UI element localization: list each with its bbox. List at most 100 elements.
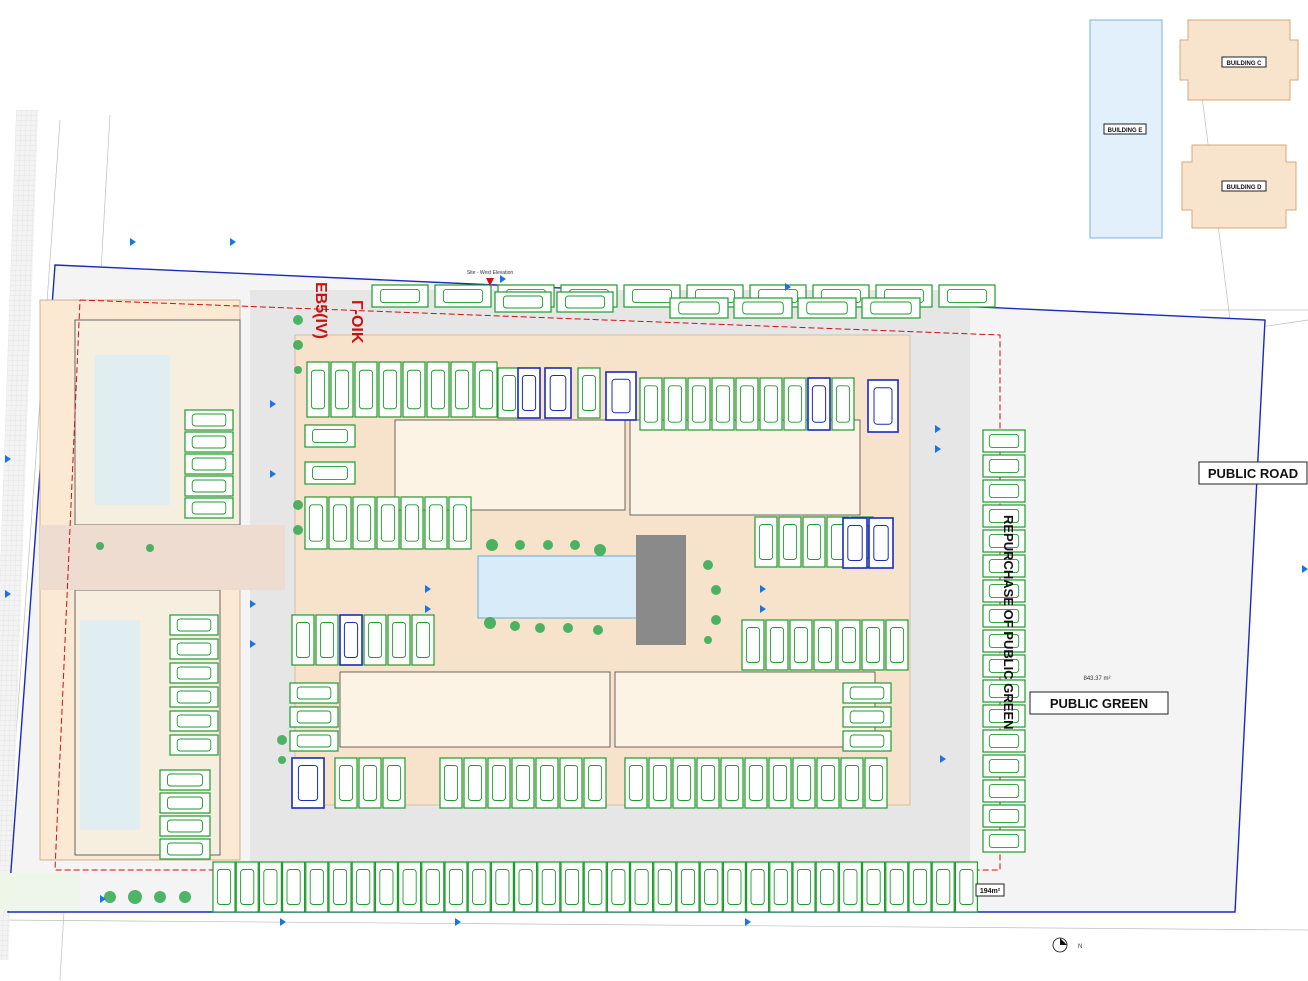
parking-stall: [672, 757, 696, 809]
parking-stall: [439, 757, 463, 809]
pergola: [636, 535, 686, 645]
parking-stall: [169, 638, 219, 660]
tree-icon: [293, 525, 303, 535]
parking-stall: [797, 297, 857, 319]
parking-stall: [861, 297, 921, 319]
parking-stall: [815, 861, 839, 913]
parking-stall: [982, 454, 1026, 478]
parking-stall: [378, 361, 402, 418]
parking-stall: [474, 361, 498, 418]
parking-stall: [559, 757, 583, 809]
parking-stall: [792, 757, 816, 809]
parking-stall: [669, 297, 729, 319]
tree-icon: [711, 615, 721, 625]
parking-stall: [169, 734, 219, 756]
tree-icon: [704, 636, 712, 644]
parking-stall: [450, 361, 474, 418]
tree-icon: [593, 625, 603, 635]
south-green-strip: [0, 873, 80, 911]
level-marker-icon: [280, 918, 286, 926]
parking-stall: [463, 757, 487, 809]
parking-stall: [535, 757, 559, 809]
disabled-parking-stall: [291, 757, 325, 809]
level-marker-icon: [230, 238, 236, 246]
parking-stall: [813, 619, 837, 671]
building-c-label: BUILDING C: [1227, 61, 1263, 67]
tree-icon: [96, 542, 104, 550]
parking-stall: [908, 861, 932, 913]
parking-stall: [837, 619, 861, 671]
parking-stall: [720, 757, 744, 809]
parking-stall: [494, 291, 552, 313]
parking-stall: [487, 757, 511, 809]
parking-stall: [982, 829, 1026, 853]
parking-stall: [358, 757, 382, 809]
parking-stall: [159, 769, 211, 791]
disabled-parking-stall: [517, 367, 541, 419]
parking-stall: [831, 377, 855, 431]
zone-code-1: Γ-ΟΙΚ: [348, 300, 365, 344]
parking-stall: [382, 757, 406, 809]
parking-stall: [467, 861, 491, 913]
corner-area-label: 194m²: [980, 888, 1001, 895]
parking-stall: [159, 815, 211, 837]
parking-stall: [802, 516, 826, 568]
tree-icon: [278, 756, 286, 764]
parking-stall: [577, 367, 601, 419]
tree-icon: [510, 621, 520, 631]
parking-stall: [745, 861, 770, 913]
west-pool-b: [80, 620, 140, 830]
tree-icon: [154, 891, 166, 903]
tree-icon: [594, 544, 606, 556]
parking-stall: [982, 779, 1026, 803]
parking-stall: [421, 861, 445, 913]
parking-stall: [328, 496, 352, 550]
tree-icon: [484, 617, 496, 629]
parking-stall: [304, 461, 356, 485]
parking-stall: [352, 496, 376, 550]
parking-stall: [754, 516, 778, 568]
tree-icon: [515, 540, 525, 550]
parking-stall: [305, 861, 329, 913]
north-label: N: [1078, 944, 1082, 950]
building-north-east: [629, 419, 861, 516]
disabled-parking-stall: [868, 517, 894, 569]
parking-stall: [711, 377, 735, 431]
parking-stall: [783, 377, 807, 431]
parking-stall: [778, 516, 802, 568]
level-marker-icon: [1302, 565, 1308, 573]
parking-stall: [792, 861, 816, 913]
parking-stall: [354, 361, 378, 418]
parking-stall: [282, 861, 306, 913]
parking-stall: [212, 861, 236, 913]
tree-icon: [703, 560, 713, 570]
parking-stall: [733, 297, 793, 319]
parking-stall: [169, 686, 219, 708]
parking-stall: [304, 424, 356, 448]
parking-stall: [842, 706, 892, 728]
parking-stall: [169, 662, 219, 684]
parking-stall: [864, 757, 888, 809]
parking-stall: [434, 284, 492, 308]
building-d-label: BUILDING D: [1227, 185, 1263, 191]
parking-stall: [982, 804, 1026, 828]
tree-icon: [294, 366, 302, 374]
parking-stall: [511, 757, 535, 809]
parking-stall: [289, 706, 339, 728]
parking-stall: [490, 861, 514, 913]
parking-stall: [537, 861, 561, 913]
parking-stall: [687, 377, 711, 431]
parking-stall: [330, 361, 354, 418]
parking-stall: [235, 861, 259, 913]
tree-icon: [563, 623, 573, 633]
parking-stall: [931, 861, 955, 913]
parking-stall: [982, 479, 1026, 503]
parking-stall: [424, 496, 448, 550]
parking-stall: [184, 431, 234, 453]
parking-stall: [982, 429, 1026, 453]
parking-stall: [765, 619, 789, 671]
parking-stall: [291, 614, 315, 666]
building-e-label: BUILDING E: [1108, 128, 1143, 134]
parking-stall: [840, 757, 864, 809]
parking-stall: [184, 475, 234, 497]
